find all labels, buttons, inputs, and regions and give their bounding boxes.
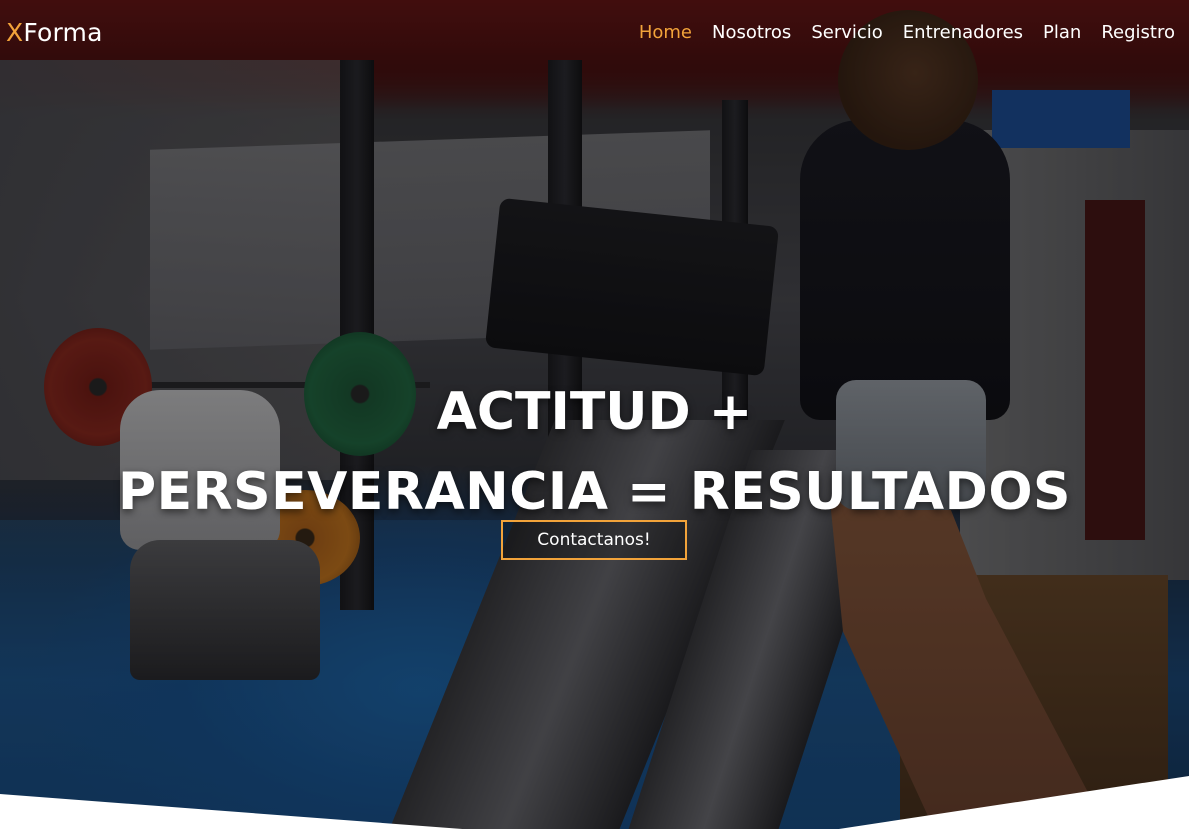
brand-name: Forma: [23, 18, 103, 47]
nav-item-servicio[interactable]: Servicio: [811, 22, 882, 43]
hero-section: XForma Home Nosotros Servicio Entrenador…: [0, 0, 1189, 829]
brand-logo[interactable]: XForma: [6, 18, 103, 47]
nav-item-nosotros[interactable]: Nosotros: [712, 22, 791, 43]
contact-button[interactable]: Contactanos!: [501, 520, 687, 560]
nav-item-plan[interactable]: Plan: [1043, 22, 1081, 43]
navbar: XForma Home Nosotros Servicio Entrenador…: [0, 0, 1189, 70]
nav-item-home[interactable]: Home: [639, 22, 692, 43]
hero-headline: ACTITUD + PERSEVERANCIA = RESULTADOS: [0, 373, 1189, 533]
nav-links: Home Nosotros Servicio Entrenadores Plan…: [619, 22, 1175, 43]
brand-accent-letter: X: [6, 18, 24, 47]
nav-item-entrenadores[interactable]: Entrenadores: [903, 22, 1023, 43]
hero-headline-line1: ACTITUD +: [436, 382, 753, 443]
nav-item-registro[interactable]: Registro: [1101, 22, 1175, 43]
